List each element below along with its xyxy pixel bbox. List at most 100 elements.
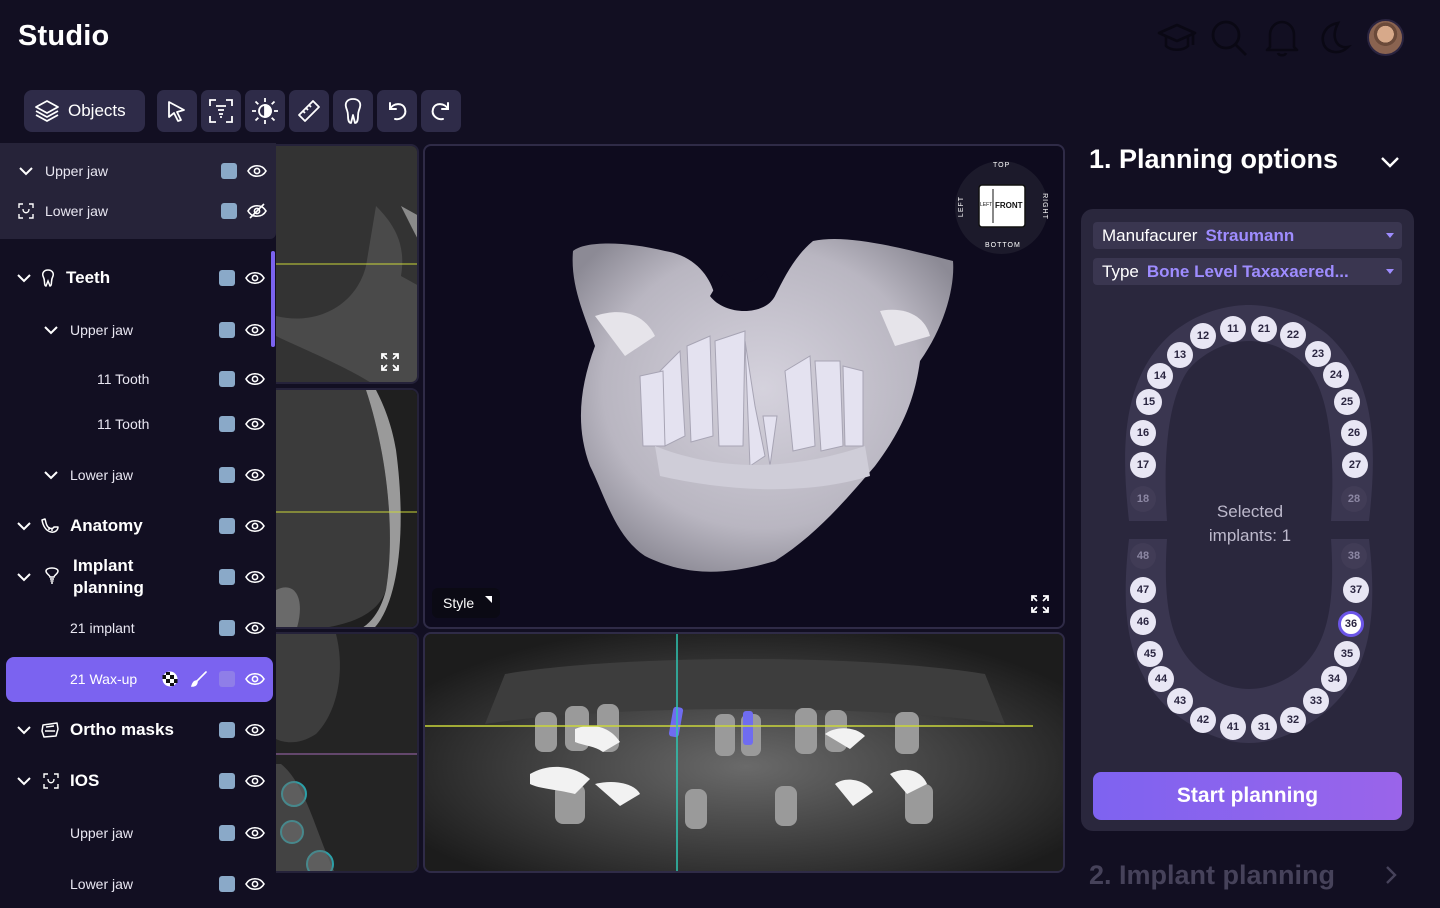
tooth-35[interactable]: 35 xyxy=(1334,641,1360,667)
color-swatch[interactable] xyxy=(221,203,237,219)
slice-view-sagittal[interactable] xyxy=(276,388,419,629)
tooth-14[interactable]: 14 xyxy=(1147,363,1173,389)
tooth-46[interactable]: 46 xyxy=(1130,609,1156,635)
tree-item-top-upper-jaw[interactable]: Upper jaw xyxy=(0,159,276,183)
color-swatch[interactable] xyxy=(219,322,235,338)
eye-icon[interactable] xyxy=(244,876,266,892)
style-dropdown[interactable]: Style xyxy=(432,588,500,618)
objects-button[interactable]: Objects xyxy=(24,90,145,132)
tooth-26[interactable]: 26 xyxy=(1341,420,1367,446)
chevron-down-icon[interactable] xyxy=(16,773,32,789)
tree-item-ios[interactable]: IOS xyxy=(0,769,276,793)
eye-icon[interactable] xyxy=(244,371,266,387)
color-swatch[interactable] xyxy=(219,825,235,841)
start-planning-button[interactable]: Start planning xyxy=(1093,772,1402,820)
tooth-47[interactable]: 47 xyxy=(1130,577,1156,603)
color-swatch[interactable] xyxy=(221,163,237,179)
redo-icon[interactable] xyxy=(421,90,461,132)
expand-icon[interactable] xyxy=(380,352,400,372)
eye-icon[interactable] xyxy=(244,620,266,636)
tree-item-ortho-masks[interactable]: Ortho masks xyxy=(0,718,276,742)
tooth-23[interactable]: 23 xyxy=(1305,341,1331,367)
eye-icon[interactable] xyxy=(244,671,266,687)
scan-icon[interactable] xyxy=(201,90,241,132)
color-swatch[interactable] xyxy=(219,518,235,534)
eye-icon[interactable] xyxy=(246,163,268,179)
color-swatch[interactable] xyxy=(219,371,235,387)
select-cursor-icon[interactable] xyxy=(157,90,197,132)
tooth-42[interactable]: 42 xyxy=(1190,707,1216,733)
tooth-41[interactable]: 41 xyxy=(1220,714,1246,740)
slice-view-axial[interactable] xyxy=(276,144,419,384)
tree-item-implant-21[interactable]: 21 implant xyxy=(0,616,276,640)
slice-view-coronal[interactable] xyxy=(276,632,419,873)
tree-item-tooth-a[interactable]: 11 Tooth xyxy=(0,367,276,391)
chevron-down-icon[interactable] xyxy=(16,722,32,738)
implant-planning-section-title[interactable]: 2. Implant planning xyxy=(1089,860,1335,891)
tooth-43[interactable]: 43 xyxy=(1167,688,1193,714)
eye-icon[interactable] xyxy=(244,322,266,338)
tooth-31[interactable]: 31 xyxy=(1251,714,1277,740)
color-swatch[interactable] xyxy=(219,416,235,432)
color-swatch[interactable] xyxy=(219,671,235,687)
color-swatch[interactable] xyxy=(219,722,235,738)
eye-icon[interactable] xyxy=(244,270,266,286)
chevron-right-icon[interactable] xyxy=(1380,864,1402,886)
graduation-cap-icon[interactable] xyxy=(1157,18,1197,58)
tooth-24[interactable]: 24 xyxy=(1323,362,1349,388)
brightness-icon[interactable] xyxy=(245,90,285,132)
chevron-down-icon[interactable] xyxy=(1378,150,1402,174)
chevron-down-icon[interactable] xyxy=(16,518,32,534)
tree-item-ios-upper-jaw[interactable]: Upper jaw xyxy=(0,821,276,845)
tooth-21[interactable]: 21 xyxy=(1251,316,1277,342)
eye-icon[interactable] xyxy=(244,518,266,534)
expand-icon[interactable] xyxy=(1030,594,1050,614)
tooth-17[interactable]: 17 xyxy=(1130,452,1156,478)
undo-icon[interactable] xyxy=(377,90,417,132)
tooth-25[interactable]: 25 xyxy=(1334,389,1360,415)
color-swatch[interactable] xyxy=(219,467,235,483)
tree-item-implant-planning[interactable]: Implant planning xyxy=(0,555,276,599)
color-swatch[interactable] xyxy=(219,620,235,636)
eye-icon[interactable] xyxy=(244,825,266,841)
tree-item-anatomy[interactable]: Anatomy xyxy=(0,514,276,538)
tooth-tool-icon[interactable] xyxy=(333,90,373,132)
viewport-panoramic[interactable] xyxy=(423,632,1065,873)
tooth-32[interactable]: 32 xyxy=(1280,707,1306,733)
tooth-27[interactable]: 27 xyxy=(1342,452,1368,478)
tooth-13[interactable]: 13 xyxy=(1167,342,1193,368)
tooth-34[interactable]: 34 xyxy=(1321,666,1347,692)
color-swatch[interactable] xyxy=(219,773,235,789)
eye-icon[interactable] xyxy=(244,722,266,738)
bell-icon[interactable] xyxy=(1262,18,1302,58)
chevron-down-icon[interactable] xyxy=(18,163,34,179)
checker-texture-icon[interactable] xyxy=(162,671,178,687)
tree-item-teeth[interactable]: Teeth xyxy=(0,266,276,290)
tooth-36[interactable]: 36 xyxy=(1338,611,1364,637)
eye-icon[interactable] xyxy=(244,416,266,432)
tooth-12[interactable]: 12 xyxy=(1190,323,1216,349)
eye-icon[interactable] xyxy=(244,569,266,585)
tree-item-teeth-upper-jaw[interactable]: Upper jaw xyxy=(0,318,276,342)
orientation-cube[interactable]: FRONT LEFT TOP BOTTOM LEFT RIGHT xyxy=(955,161,1048,254)
chevron-down-icon[interactable] xyxy=(43,322,59,338)
tooth-37[interactable]: 37 xyxy=(1343,577,1369,603)
search-icon[interactable] xyxy=(1209,18,1249,58)
tooth-44[interactable]: 44 xyxy=(1148,666,1174,692)
brush-icon[interactable] xyxy=(191,671,207,687)
color-swatch[interactable] xyxy=(219,270,235,286)
avatar[interactable] xyxy=(1367,19,1404,56)
ruler-icon[interactable] xyxy=(289,90,329,132)
chevron-down-icon[interactable] xyxy=(16,569,32,585)
color-swatch[interactable] xyxy=(219,569,235,585)
tooth-33[interactable]: 33 xyxy=(1303,688,1329,714)
tooth-16[interactable]: 16 xyxy=(1130,420,1156,446)
eye-icon[interactable] xyxy=(244,773,266,789)
chevron-down-icon[interactable] xyxy=(43,467,59,483)
moon-icon[interactable] xyxy=(1313,18,1353,58)
tree-item-teeth-lower-jaw[interactable]: Lower jaw xyxy=(0,463,276,487)
tree-item-waxup-21[interactable]: 21 Wax-up xyxy=(0,667,276,691)
eye-off-icon[interactable] xyxy=(246,203,268,219)
tree-item-tooth-b[interactable]: 11 Tooth xyxy=(0,412,276,436)
tooth-22[interactable]: 22 xyxy=(1280,322,1306,348)
